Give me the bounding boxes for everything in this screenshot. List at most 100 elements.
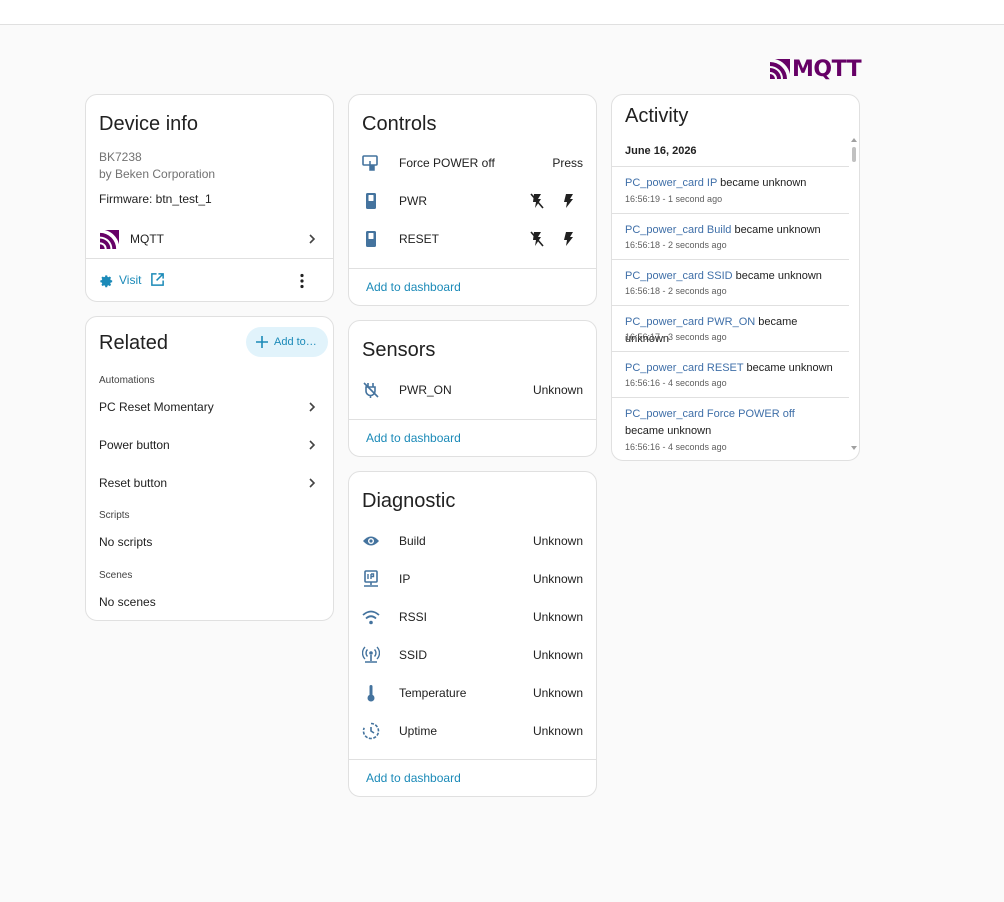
diagnostic-label: Uptime — [399, 724, 438, 738]
mqtt-logo-icon — [770, 59, 790, 79]
add-to-dashboard-link[interactable]: Add to dashboard — [366, 771, 461, 785]
flash-off-icon[interactable] — [530, 231, 544, 247]
diagnostic-uptime[interactable]: Uptime Unknown — [349, 712, 596, 750]
diagnostic-value: Unknown — [532, 572, 583, 586]
automation-item[interactable]: PC Reset Momentary — [86, 388, 333, 426]
thermometer-icon — [362, 684, 380, 702]
add-to-dashboard-link[interactable]: Add to dashboard — [366, 431, 461, 445]
scrollbar-down-arrow[interactable] — [851, 446, 857, 450]
sensor-pwr-on[interactable]: PWR_ON Unknown — [349, 371, 596, 409]
add-to-label: Add to… — [274, 336, 317, 348]
diagnostic-build[interactable]: Build Unknown — [349, 522, 596, 560]
diagnostic-divider — [349, 759, 596, 760]
press-button[interactable]: Press — [552, 156, 583, 170]
diagnostic-value: Unknown — [532, 686, 583, 700]
activity-date: June 16, 2026 — [625, 145, 697, 157]
activity-entity-link[interactable]: PC_power_card PWR_ON — [625, 316, 755, 328]
scripts-header: Scripts — [99, 510, 130, 521]
diagnostic-temperature[interactable]: Temperature Unknown — [349, 674, 596, 712]
activity-time: 16:56:16 - 4 seconds ago — [625, 378, 727, 388]
activity-entry: PC_power_card RESET became unknown 16:56… — [612, 351, 849, 397]
visit-link[interactable]: Visit — [97, 271, 165, 288]
automation-label: PC Reset Momentary — [99, 400, 214, 414]
related-card: Related Add to… Automations PC Reset Mom… — [85, 316, 334, 621]
power-plug-off-icon — [362, 381, 380, 399]
eye-icon — [362, 532, 380, 550]
activity-entity-link[interactable]: PC_power_card Force POWER off — [625, 408, 795, 420]
diagnostic-ip[interactable]: IP Unknown — [349, 560, 596, 598]
automation-label: Reset button — [99, 476, 168, 490]
diagnostic-rssi[interactable]: RSSI Unknown — [349, 598, 596, 636]
sensors-divider — [349, 419, 596, 420]
add-to-button[interactable]: Add to… — [246, 327, 328, 357]
integration-mqtt-row[interactable]: MQTT — [86, 220, 333, 258]
light-switch-icon — [362, 230, 380, 248]
device-info-title: Device info — [99, 113, 198, 135]
automation-item[interactable]: Power button — [86, 426, 333, 464]
timer-icon — [362, 722, 380, 740]
activity-entry: PC_power_card Build became unknown 16:56… — [612, 213, 849, 259]
add-to-dashboard-link[interactable]: Add to dashboard — [366, 280, 461, 294]
mqtt-logo-icon — [99, 229, 119, 249]
diagnostic-card: Diagnostic Build Unknown IP Unknown RSSI… — [348, 471, 597, 797]
gear-icon — [97, 271, 114, 288]
dots-vertical-icon[interactable] — [299, 273, 305, 289]
activity-time: 16:56:17 - 3 seconds ago — [625, 332, 727, 342]
control-label: RESET — [399, 232, 440, 246]
device-info-card: Device info BK7238 by Beken Corporation … — [85, 94, 334, 302]
open-in-new-icon — [150, 272, 165, 287]
diagnostic-ssid[interactable]: SSID Unknown — [349, 636, 596, 674]
visit-label: Visit — [119, 272, 142, 287]
ip-network-icon — [362, 570, 380, 588]
activity-time: 16:56:18 - 2 seconds ago — [625, 240, 727, 250]
activity-text: PC_power_card Build became unknown — [625, 222, 835, 239]
diagnostic-value: Unknown — [532, 724, 583, 738]
scenes-header: Scenes — [99, 570, 133, 581]
device-info-divider — [86, 258, 333, 259]
sensors-card: Sensors PWR_ON Unknown Add to dashboard — [348, 320, 597, 457]
activity-list[interactable]: June 16, 2026 PC_power_card IP became un… — [612, 136, 849, 454]
activity-entity-link[interactable]: PC_power_card SSID — [625, 270, 733, 282]
chevron-right-icon — [307, 234, 317, 244]
device-firmware: Firmware: btn_test_1 — [99, 192, 212, 206]
scrollbar-thumb[interactable] — [852, 147, 856, 162]
chevron-right-icon — [307, 402, 317, 412]
flash-off-icon[interactable] — [530, 193, 544, 209]
diagnostic-value: Unknown — [532, 534, 583, 548]
activity-entity-link[interactable]: PC_power_card IP — [625, 177, 717, 189]
activity-entry: PC_power_card Force POWER off became unk… — [612, 397, 849, 454]
automations-header: Automations — [99, 375, 155, 386]
diagnostic-value: Unknown — [532, 648, 583, 662]
diagnostic-label: IP — [399, 572, 411, 586]
control-label: PWR — [399, 194, 427, 208]
activity-text: PC_power_card SSID became unknown — [625, 268, 835, 285]
top-bar — [0, 0, 1004, 25]
chevron-right-icon — [307, 440, 317, 450]
activity-message: became unknown — [743, 362, 833, 374]
activity-text: PC_power_card PWR_ON became unknown — [625, 314, 835, 348]
activity-entry: PC_power_card PWR_ON became unknown 16:5… — [612, 305, 849, 351]
control-pwr: PWR — [349, 182, 596, 220]
control-label: Force POWER off — [399, 156, 495, 170]
activity-entity-link[interactable]: PC_power_card RESET — [625, 362, 743, 374]
controls-title: Controls — [362, 113, 437, 135]
activity-entity-link[interactable]: PC_power_card Build — [625, 224, 731, 236]
sensor-value: Unknown — [532, 383, 583, 397]
activity-time: 16:56:19 - 1 second ago — [625, 194, 723, 204]
activity-message: became unknown — [732, 270, 822, 282]
activity-title: Activity — [625, 105, 689, 127]
gesture-tap-button-icon — [362, 154, 380, 172]
diagnostic-label: Build — [399, 534, 426, 548]
activity-time: 16:56:16 - 4 seconds ago — [625, 442, 727, 452]
flash-icon[interactable] — [562, 231, 574, 247]
sensors-title: Sensors — [362, 339, 436, 361]
activity-text: PC_power_card Force POWER off became unk… — [625, 406, 835, 440]
activity-entry: PC_power_card SSID became unknown 16:56:… — [612, 259, 849, 305]
automation-item[interactable]: Reset button — [86, 464, 333, 502]
activity-time: 16:56:18 - 2 seconds ago — [625, 286, 727, 296]
automation-label: Power button — [99, 438, 170, 452]
device-model: BK7238 — [99, 150, 142, 164]
flash-icon[interactable] — [562, 193, 574, 209]
integration-label: MQTT — [130, 232, 164, 246]
scrollbar-up-arrow[interactable] — [851, 138, 857, 142]
